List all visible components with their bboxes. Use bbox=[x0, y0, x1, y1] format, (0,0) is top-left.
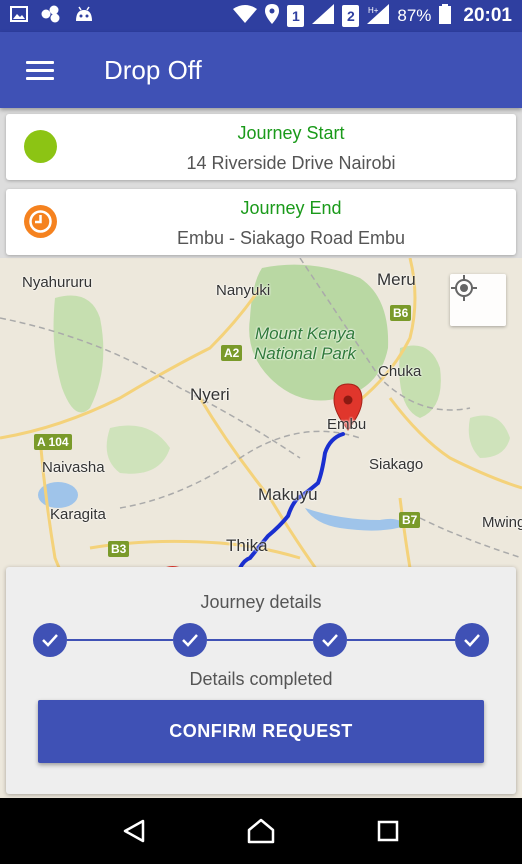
home-icon[interactable] bbox=[236, 806, 286, 856]
app-notification-icon bbox=[40, 5, 62, 28]
sim2-badge: 2 bbox=[342, 5, 360, 27]
step-2-check-icon bbox=[173, 623, 207, 657]
map-label-park: Mount Kenya National Park bbox=[254, 324, 357, 363]
map-label-nanyuki: Nanyuki bbox=[216, 282, 271, 299]
map-label-naivasha: Naivasha bbox=[42, 459, 105, 476]
forest-area-west bbox=[53, 295, 104, 413]
journey-end-card[interactable]: Journey End Embu - Siakago Road Embu bbox=[6, 189, 516, 255]
location-icon bbox=[265, 3, 280, 29]
crosshair-icon bbox=[451, 275, 477, 301]
map-label-karagita: Karagita bbox=[50, 506, 106, 523]
forest-area-south bbox=[106, 425, 170, 474]
hplus-signal-icon: H+ bbox=[367, 3, 390, 29]
battery-icon bbox=[439, 3, 452, 29]
journey-details-panel: Journey details Details completed CONFIR… bbox=[6, 567, 516, 794]
panel-status: Details completed bbox=[189, 669, 333, 689]
journey-end-title: Journey End bbox=[240, 198, 342, 218]
map-label-meru: Meru bbox=[377, 270, 416, 289]
menu-icon[interactable] bbox=[26, 56, 54, 85]
road-badge-a2: A2 bbox=[221, 345, 243, 361]
confirm-request-button[interactable]: CONFIRM REQUEST bbox=[38, 700, 484, 763]
journey-start-card[interactable]: Journey Start 14 Riverside Drive Nairobi bbox=[6, 114, 516, 180]
progress-stepper bbox=[33, 623, 489, 657]
step-4-check-icon bbox=[455, 623, 489, 657]
journey-end-address: Embu - Siakago Road Embu bbox=[176, 228, 406, 248]
map-label-mwing: Mwing bbox=[482, 514, 522, 531]
back-icon[interactable] bbox=[109, 806, 159, 856]
step-3-check-icon bbox=[313, 623, 347, 657]
reservoir bbox=[305, 508, 405, 531]
road-badge-b3: B3 bbox=[108, 541, 130, 557]
step-1-check-icon bbox=[33, 623, 67, 657]
sim1-badge: 1 bbox=[287, 5, 305, 27]
battery-percent: 87% bbox=[397, 6, 432, 25]
status-bar: 1 2 H+ 87% 20:01 bbox=[0, 0, 522, 32]
signal-icon bbox=[312, 3, 335, 29]
road-badge-a104: A 104 bbox=[34, 434, 72, 450]
recents-icon[interactable] bbox=[363, 806, 413, 856]
image-icon bbox=[10, 5, 28, 27]
svg-text:H+: H+ bbox=[368, 6, 379, 15]
android-icon bbox=[74, 5, 94, 28]
journey-start-address: 14 Riverside Drive Nairobi bbox=[186, 153, 396, 173]
panel-title: Journey details bbox=[200, 592, 322, 612]
map-label-embu: Embu bbox=[327, 416, 367, 433]
road-badge-b7: B7 bbox=[399, 512, 421, 528]
map-label-thika: Thika bbox=[226, 536, 268, 555]
road-badge-b6: B6 bbox=[390, 305, 412, 321]
forest-area-east bbox=[399, 345, 441, 418]
step-connector bbox=[67, 639, 173, 641]
clock: 20:01 bbox=[463, 5, 512, 26]
wifi-icon bbox=[233, 4, 258, 28]
forest-area-ne bbox=[468, 415, 510, 458]
map-label-siakago: Siakago bbox=[369, 456, 424, 473]
page-title: Drop Off bbox=[104, 54, 202, 85]
map-label-nyahururu: Nyahururu bbox=[22, 274, 93, 291]
my-location-button[interactable] bbox=[450, 274, 506, 326]
map-label-chuka: Chuka bbox=[378, 363, 422, 380]
step-connector bbox=[347, 639, 455, 641]
map-label-nyeri: Nyeri bbox=[190, 385, 230, 404]
map-label-makuyu: Makuyu bbox=[258, 485, 318, 504]
system-nav-bar bbox=[0, 798, 522, 864]
journey-start-title: Journey Start bbox=[237, 123, 345, 143]
app-bar: Drop Off bbox=[0, 32, 522, 108]
step-connector bbox=[207, 639, 313, 641]
